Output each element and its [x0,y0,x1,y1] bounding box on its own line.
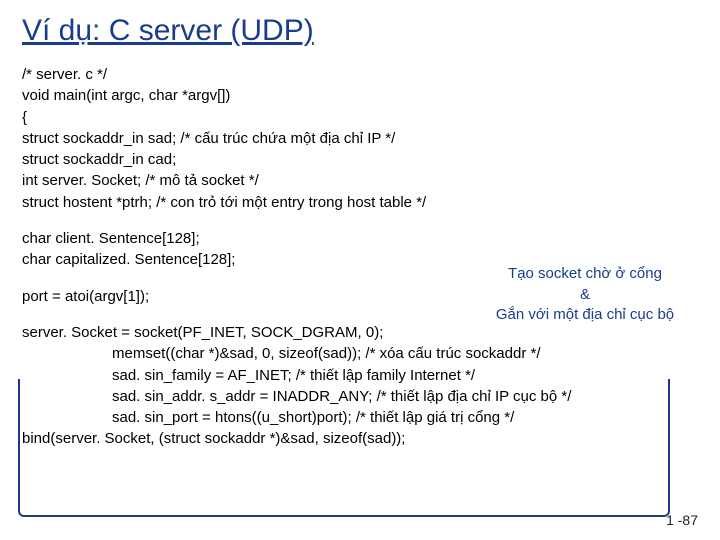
callout-line: Tạo socket chờ ở cổng [460,264,710,285]
code-line: struct sockaddr_in sad; /* cấu trúc chứa… [22,128,698,149]
callout-line: Gắn với một địa chỉ cục bộ [460,305,710,326]
code-line: int server. Socket; /* mô tả socket */ [22,170,698,191]
code-line: memset((char *)&sad, 0, sizeof(sad)); /*… [112,343,698,364]
code-line: sad. sin_addr. s_addr = INADDR_ANY; /* t… [112,386,698,407]
callout-line: & [460,285,710,306]
code-line: { [22,107,698,128]
code-line: char client. Sentence[128]; [22,228,698,249]
callout-annotation: Tạo socket chờ ở cổng & Gắn với một địa … [460,264,710,326]
slide: Ví dụ: C server (UDP) /* server. c */ vo… [0,0,720,540]
code-line: sad. sin_family = AF_INET; /* thiết lập … [112,365,698,386]
code-block: /* server. c */ void main(int argc, char… [22,64,698,450]
code-line: bind(server. Socket, (struct sockaddr *)… [22,428,698,449]
code-line: sad. sin_port = htons((u_short)port); /*… [112,407,698,428]
slide-title: Ví dụ: C server (UDP) [22,14,698,48]
page-number: 1 -87 [666,512,698,528]
code-line: /* server. c */ [22,64,698,85]
code-line: struct hostent *ptrh; /* con trỏ tới một… [22,192,698,213]
code-line: void main(int argc, char *argv[]) [22,85,698,106]
code-line: struct sockaddr_in cad; [22,149,698,170]
